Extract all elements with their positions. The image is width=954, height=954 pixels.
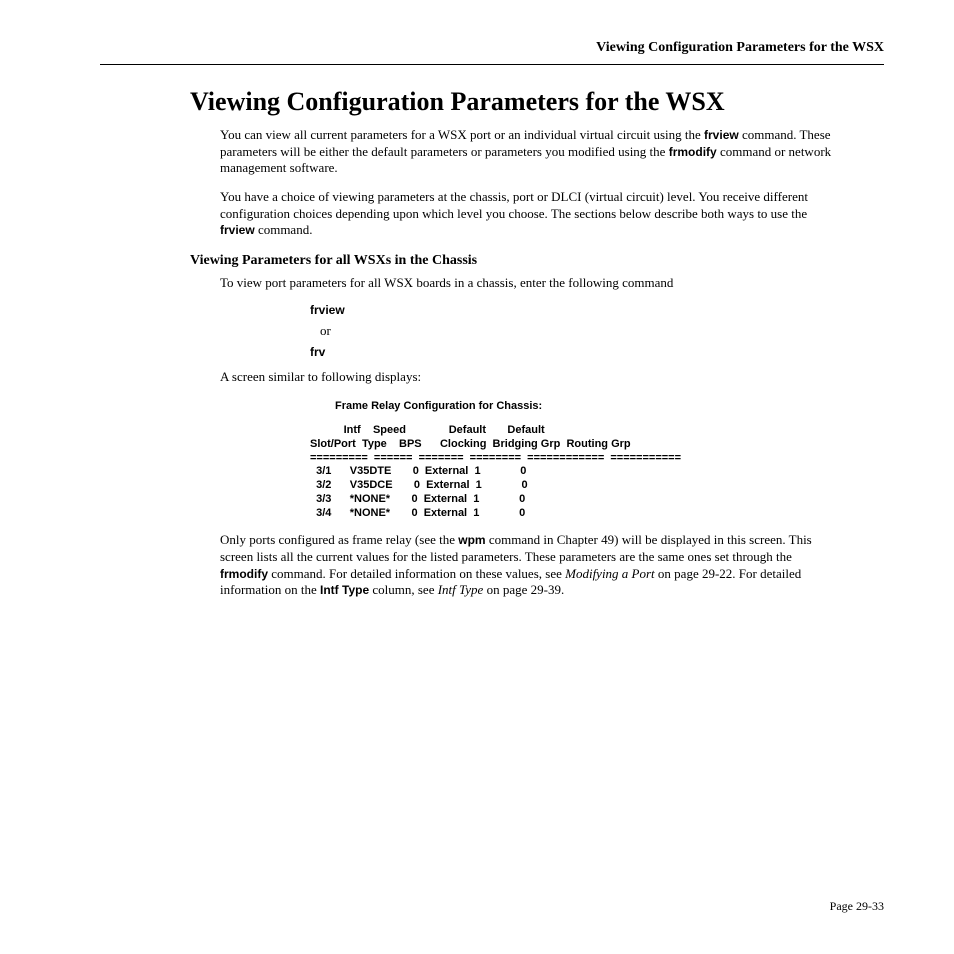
text: You have a choice of viewing parameters … [220,189,808,221]
cmd-frview: frview [220,223,255,237]
intro-para-1: You can view all current parameters for … [220,127,840,177]
page-number: Page 29-33 [830,899,884,914]
running-header: Viewing Configuration Parameters for the… [100,40,884,64]
cmd-frview: frview [704,128,739,142]
chassis-intro: To view port parameters for all WSX boar… [220,275,840,292]
table-title: Frame Relay Configuration for Chassis: [335,400,884,412]
cmd-frmodify: frmodify [220,567,268,581]
ref-modifying-port: Modifying a Port [565,566,655,581]
cmd-wpm: wpm [458,533,485,547]
ref-intf-type: Intf Type [438,582,484,597]
header-rule [100,64,884,65]
text: command. [255,222,313,237]
text: on page 29-39. [483,582,564,597]
command-frview: frview [310,303,884,317]
subheading-chassis: Viewing Parameters for all WSXs in the C… [190,253,884,269]
or-separator: or [320,323,884,339]
config-table: Intf Speed Default Default Slot/Port Typ… [310,424,884,520]
text: command. For detailed information on the… [268,566,565,581]
text: You can view all current parameters for … [220,127,704,142]
closing-para: Only ports configured as frame relay (se… [220,532,840,599]
col-intf-type: Intf Type [320,583,369,597]
command-frv: frv [310,345,884,359]
screen-intro: A screen similar to following displays: [220,369,840,386]
cmd-frmodify: frmodify [669,145,717,159]
page-title: Viewing Configuration Parameters for the… [190,87,884,117]
intro-para-2: You have a choice of viewing parameters … [220,189,840,239]
text: Only ports configured as frame relay (se… [220,532,458,547]
text: column, see [369,582,438,597]
